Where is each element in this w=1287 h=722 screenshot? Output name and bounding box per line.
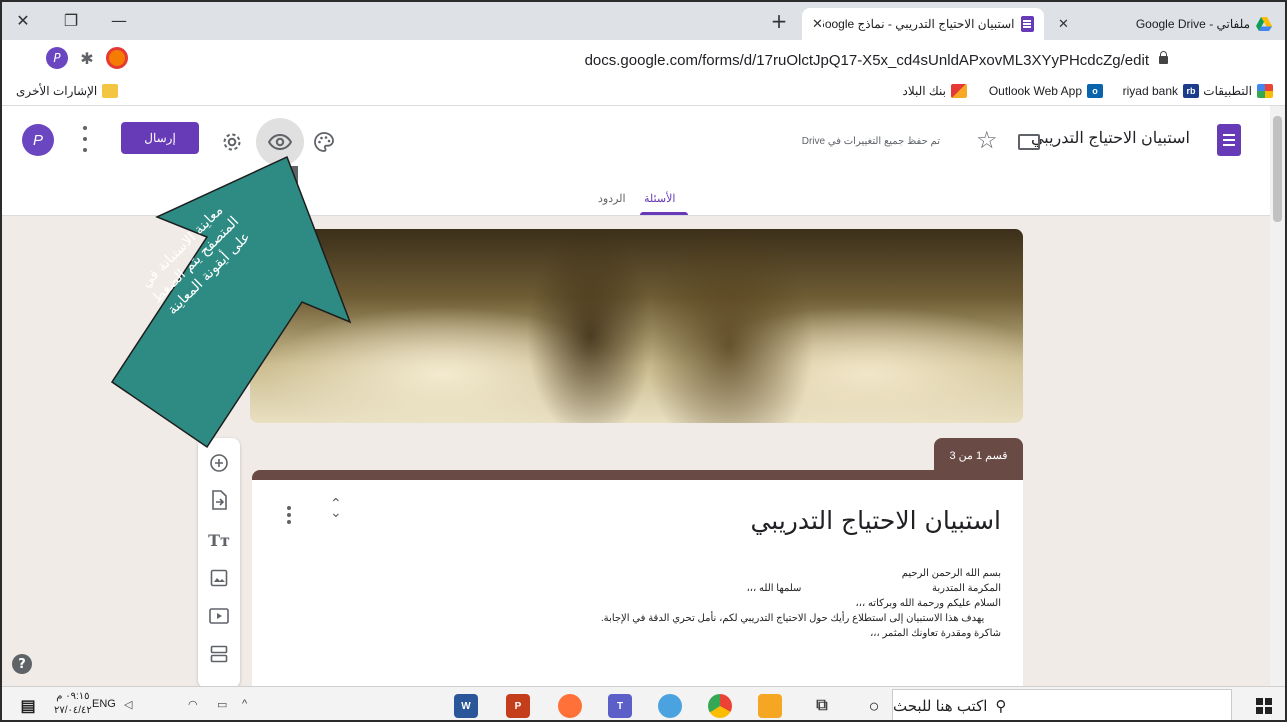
section-more-icon[interactable]: [286, 506, 292, 524]
form-title[interactable]: استبيان الاحتياج التدريبي: [750, 506, 1001, 535]
chrome-icon[interactable]: [708, 694, 732, 718]
albilad-icon: [951, 84, 967, 98]
battery-icon[interactable]: ▭: [217, 698, 227, 711]
page-scrollbar[interactable]: [1270, 106, 1285, 686]
powerpoint-icon[interactable]: P: [506, 694, 530, 718]
tab-forms-title: استبيان الاحتياج التدريبي - نماذج Google: [823, 17, 1015, 31]
move-to-folder-icon[interactable]: [1018, 134, 1040, 150]
import-questions-icon[interactable]: [207, 488, 231, 512]
bookmark-albilad-label: بنك البلاد: [902, 84, 946, 98]
new-tab-button[interactable]: +: [766, 8, 792, 34]
taskbar-search-box[interactable]: ⚲ اكتب هنا للبحث: [892, 689, 1232, 720]
minimize-window-button[interactable]: —: [106, 8, 132, 32]
extensions-puzzle-icon[interactable]: ✱: [76, 47, 98, 69]
screen: ✕ ❐ — + استبيان الاحتياج التدريبي - نماذ…: [0, 0, 1287, 722]
more-options-icon[interactable]: [80, 126, 90, 152]
bookmark-other-label: الإشارات الأخرى: [16, 84, 98, 98]
volume-icon[interactable]: ◁: [124, 698, 132, 711]
search-icon: ⚲: [995, 698, 1007, 715]
language-indicator[interactable]: ENG: [92, 698, 116, 710]
google-forms-icon: [1020, 16, 1034, 32]
browser-titlebar: ✕ ❐ — + استبيان الاحتياج التدريبي - نماذ…: [2, 2, 1285, 40]
tab-drive[interactable]: ملفاتي - Google Drive ✕: [1048, 8, 1282, 40]
wifi-icon[interactable]: ◠: [188, 698, 198, 711]
clock-time: ٠٩:١٥ م: [56, 691, 90, 702]
tab-drive-title: ملفاتي - Google Drive: [1135, 17, 1250, 31]
close-window-button[interactable]: ✕: [10, 8, 36, 32]
url-field[interactable]: docs.google.com/forms/d/17ruOlctJpQ17-X5…: [182, 46, 1172, 74]
form-doc-title[interactable]: استبيان الاحتياج التدريبي: [1031, 128, 1190, 148]
restore-window-button[interactable]: ❐: [58, 8, 84, 32]
bookmark-riyad-bank[interactable]: rb riyad bank: [1123, 84, 1199, 98]
section-label: قسم 1 من 3: [934, 438, 1023, 472]
form-title-card[interactable]: استبيان الاحتياج التدريبي بسم الله الرحم…: [252, 470, 1023, 686]
address-bar-row: → ← ↻ docs.google.com/forms/d/17ruOlctJp…: [2, 40, 1285, 107]
folder-icon: [102, 84, 119, 98]
bookmark-apps-label: التطبيقات: [1203, 84, 1252, 98]
scrollbar-thumb[interactable]: [1273, 116, 1282, 222]
bookmark-outlook-label: Outlook Web App: [988, 84, 1082, 98]
bookmark-outlook[interactable]: o Outlook Web App: [989, 84, 1103, 98]
extension-icon[interactable]: [106, 47, 128, 69]
firefox-icon[interactable]: [558, 694, 582, 718]
avatar[interactable]: P: [22, 124, 54, 156]
tab-responses[interactable]: الردود: [598, 192, 626, 205]
bookmark-other[interactable]: الإشارات الأخرى: [16, 84, 119, 98]
file-explorer-icon[interactable]: [758, 694, 782, 718]
lock-icon: [1159, 51, 1168, 64]
taskbar-search-placeholder: اكتب هنا للبحث: [893, 698, 988, 715]
cortana-icon[interactable]: ○: [862, 694, 886, 718]
bookmark-albilad[interactable]: بنك البلاد: [902, 84, 967, 98]
taskbar-clock[interactable]: ٠٩:١٥ م ٢٧/٠٤/٤٢: [54, 690, 92, 718]
clock-date: ٢٧/٠٤/٤٢: [54, 705, 92, 716]
add-title-icon[interactable]: Tт: [207, 528, 231, 552]
apps-grid-icon: [1257, 84, 1273, 98]
windows-start-icon[interactable]: [1252, 694, 1276, 718]
active-tab-indicator: [640, 212, 688, 215]
teams-icon[interactable]: T: [608, 694, 632, 718]
bookmark-riyad-label: riyad bank: [1122, 84, 1178, 98]
floating-toolbar: Tт: [198, 438, 240, 686]
windows-taskbar: ⚲ اكتب هنا للبحث ○ ⧉ T P W ^ ▭ ◠ ◁ ENG ٠…: [2, 686, 1285, 720]
bookmarks-bar: التطبيقات rb riyad bank o Outlook Web Ap…: [2, 80, 1285, 106]
notifications-icon[interactable]: ▤: [16, 694, 40, 718]
riyad-bank-icon: rb: [1183, 84, 1199, 98]
bookmark-apps[interactable]: التطبيقات: [1203, 84, 1273, 98]
tab-questions[interactable]: الأسئلة: [644, 192, 675, 205]
eye-icon: [268, 134, 292, 150]
help-icon[interactable]: ?: [12, 654, 32, 674]
outlook-icon: o: [1087, 84, 1103, 98]
send-button[interactable]: إرسال: [121, 122, 199, 154]
google-drive-icon: [1256, 17, 1272, 31]
close-tab-icon[interactable]: ✕: [812, 16, 823, 32]
url-text: docs.google.com/forms/d/17ruOlctJpQ17-X5…: [584, 51, 1149, 69]
task-view-icon[interactable]: ⧉: [810, 694, 834, 718]
add-image-icon[interactable]: [207, 566, 231, 590]
close-tab-icon[interactable]: ✕: [1058, 16, 1069, 32]
google-forms-logo-icon[interactable]: [1217, 124, 1241, 156]
tab-forms[interactable]: استبيان الاحتياج التدريبي - نماذج Google…: [802, 8, 1044, 40]
form-description[interactable]: بسم الله الرحمن الرحيم المكرمة المتدربة …: [441, 566, 1001, 641]
add-section-icon[interactable]: [207, 642, 231, 666]
show-hidden-icons[interactable]: ^: [242, 698, 247, 710]
collapse-section-icon[interactable]: ⌃ ⌄: [330, 497, 342, 520]
star-icon[interactable]: ☆: [976, 126, 998, 154]
saved-status: تم حفظ جميع التغييرات في Drive: [801, 136, 940, 147]
profile-avatar-icon[interactable]: P: [46, 47, 68, 69]
word-icon[interactable]: W: [454, 694, 478, 718]
add-video-icon[interactable]: [207, 604, 231, 628]
app-globe-icon[interactable]: [658, 694, 682, 718]
